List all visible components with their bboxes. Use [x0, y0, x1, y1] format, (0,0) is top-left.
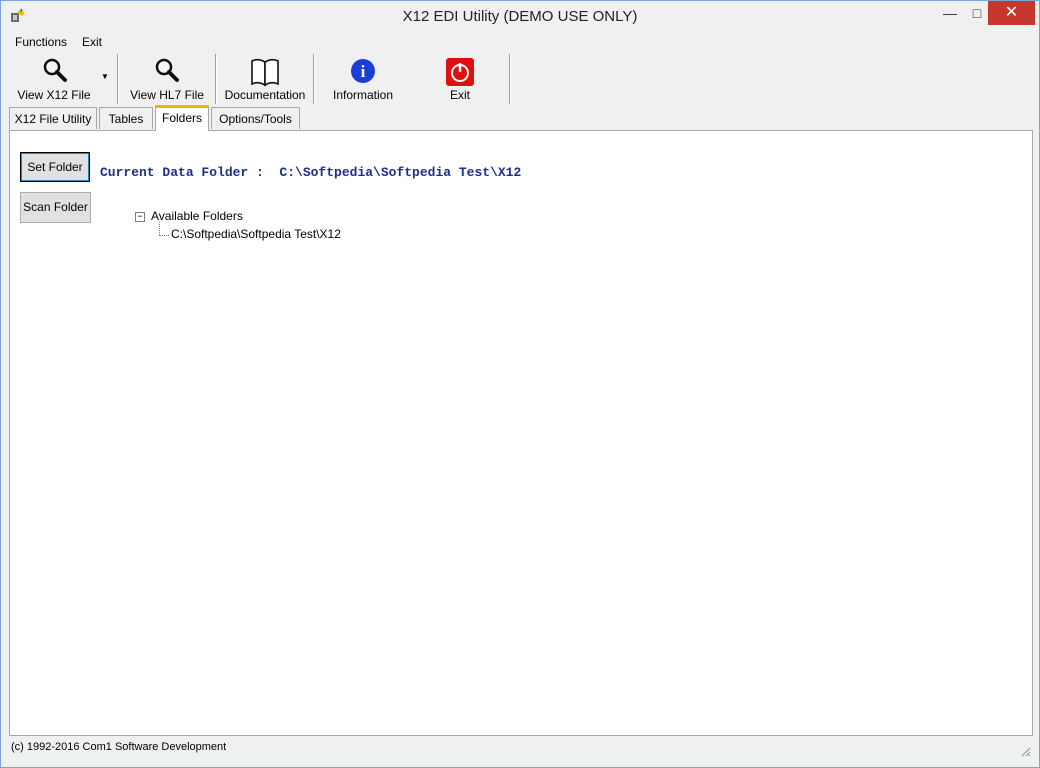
title-bar[interactable]: X12 EDI Utility (DEMO USE ONLY) — □ ✕	[1, 1, 1039, 32]
view-hl7-file-label: View HL7 File	[130, 88, 204, 102]
folders-panel: Set Folder Scan Folder Current Data Fold…	[9, 130, 1033, 736]
toolbar-separator	[215, 54, 217, 104]
information-label: Information	[332, 88, 394, 102]
copyright-text: (c) 1992-2016 Com1 Software Development	[11, 741, 227, 753]
exit-label: Exit	[449, 88, 470, 102]
documentation-label: Documentation	[224, 88, 306, 102]
window-title: X12 EDI Utility (DEMO USE ONLY)	[402, 8, 638, 25]
tree-connector	[159, 222, 160, 235]
tree-item-folder[interactable]: C:\Softpedia\Softpedia Test\X12	[171, 227, 341, 241]
current-data-folder: Current Data Folder : C:\Softpedia\Softp…	[100, 165, 522, 180]
info-glyph: i	[361, 62, 366, 81]
maximize-button[interactable]: □	[963, 1, 991, 25]
collapse-toggle-icon[interactable]: −	[135, 212, 145, 222]
view-x12-file-button[interactable]: View X12 File	[9, 52, 99, 104]
documentation-button[interactable]: Documentation	[219, 52, 311, 104]
toolbar-separator	[313, 54, 315, 104]
tab-tables[interactable]: Tables	[99, 107, 153, 129]
app-window: X12 EDI Utility (DEMO USE ONLY) — □ ✕ Fu…	[0, 0, 1040, 768]
menu-functions[interactable]: Functions	[15, 35, 67, 49]
magnifier-icon	[155, 58, 179, 82]
menu-exit[interactable]: Exit	[82, 35, 102, 49]
resize-grip-icon[interactable]	[1019, 745, 1031, 757]
tab-x12-file-utility[interactable]: X12 File Utility	[9, 107, 97, 129]
set-folder-button[interactable]: Set Folder	[20, 152, 90, 182]
status-bar: (c) 1992-2016 Com1 Software Development	[9, 739, 1033, 759]
tab-strip: X12 File Utility Tables Folders Options/…	[9, 105, 1033, 131]
book-icon	[251, 58, 279, 87]
chevron-down-icon[interactable]: ▼	[101, 72, 109, 81]
view-x12-file-label: View X12 File	[17, 88, 91, 102]
menu-bar: Functions Exit	[1, 32, 1039, 52]
tree-root-available-folders[interactable]: Available Folders	[151, 209, 243, 223]
view-hl7-file-button[interactable]: View HL7 File	[125, 52, 209, 104]
tree-connector	[159, 235, 169, 236]
tab-folders[interactable]: Folders	[155, 105, 209, 131]
info-icon: i	[351, 59, 375, 83]
magnifier-icon	[43, 58, 67, 82]
toolbar: View X12 File ▼ View HL7 File Documentat…	[9, 52, 1033, 105]
power-icon	[446, 58, 474, 86]
minimize-button[interactable]: —	[936, 1, 964, 25]
close-button[interactable]: ✕	[988, 1, 1035, 25]
exit-button[interactable]: Exit	[421, 52, 499, 104]
toolbar-separator	[117, 54, 119, 104]
information-button[interactable]: i Information	[321, 52, 405, 104]
toolbar-separator	[509, 54, 511, 104]
tab-options-tools[interactable]: Options/Tools	[211, 107, 300, 129]
scan-folder-button[interactable]: Scan Folder	[20, 192, 91, 223]
